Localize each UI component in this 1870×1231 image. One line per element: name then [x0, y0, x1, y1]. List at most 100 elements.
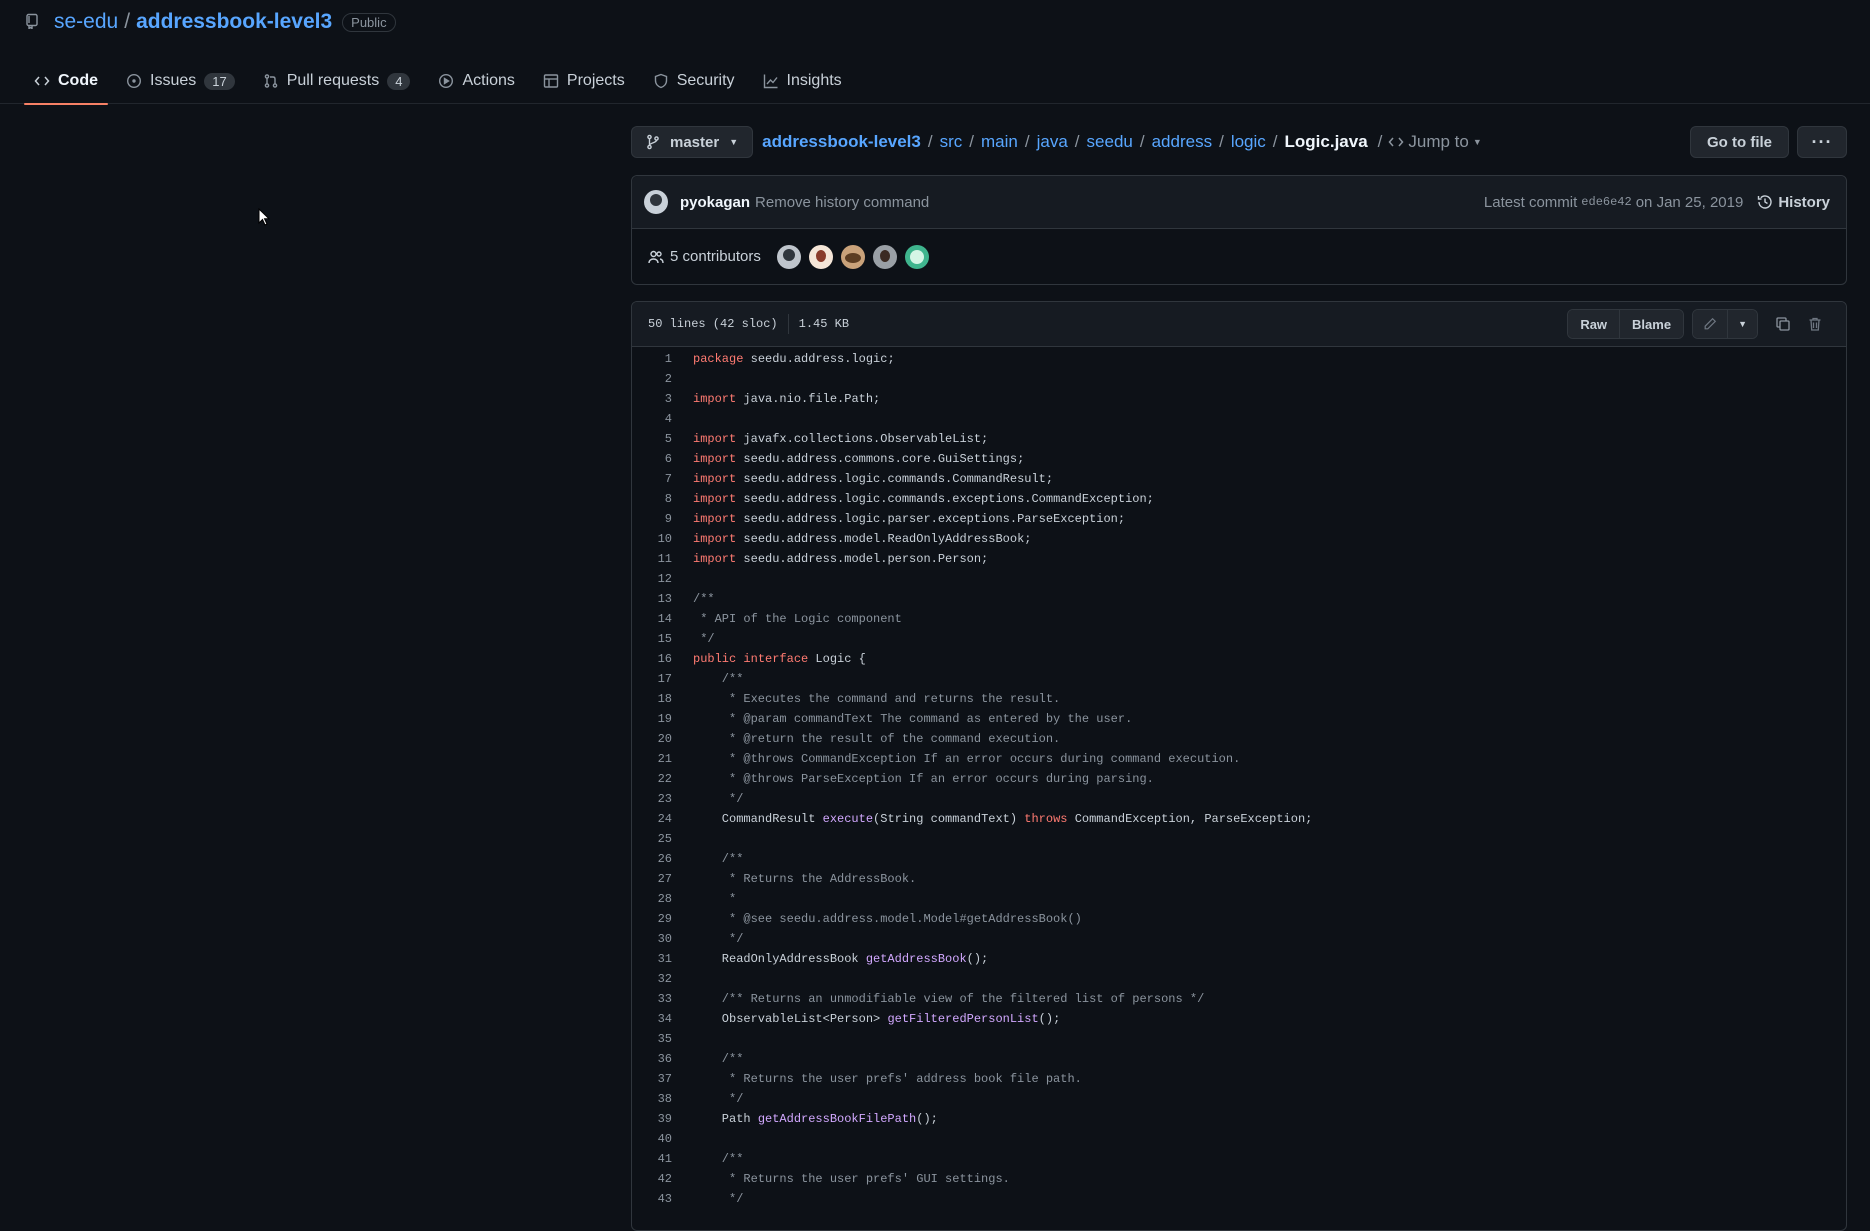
commit-author-link[interactable]: pyokagan	[680, 194, 750, 211]
branch-select-button[interactable]: master ▼	[631, 126, 754, 158]
line-number[interactable]: 35	[632, 1029, 672, 1049]
history-link[interactable]: History	[1757, 194, 1830, 211]
line-number[interactable]: 11	[632, 549, 672, 569]
contributors-link[interactable]: 5 contributors	[670, 248, 761, 265]
code-line: 30 */	[632, 929, 1846, 949]
line-number[interactable]: 14	[632, 609, 672, 629]
repo-owner-link[interactable]: se-edu	[54, 10, 118, 34]
line-number[interactable]: 37	[632, 1069, 672, 1089]
line-number[interactable]: 15	[632, 629, 672, 649]
contributor-avatar[interactable]	[808, 244, 833, 269]
line-number[interactable]: 8	[632, 489, 672, 509]
tab-code[interactable]: Code	[24, 58, 108, 105]
contributor-avatar[interactable]	[776, 244, 801, 269]
breadcrumb-main[interactable]: main	[981, 132, 1018, 152]
code-token: * @throws CommandException If an error o…	[693, 752, 1241, 766]
code-line: 39 Path getAddressBookFilePath();	[632, 1109, 1846, 1129]
code-line: 16 public interface Logic {	[632, 649, 1846, 669]
line-number[interactable]: 18	[632, 689, 672, 709]
line-number[interactable]: 32	[632, 969, 672, 989]
line-number[interactable]: 20	[632, 729, 672, 749]
raw-blame-group: Raw Blame	[1567, 309, 1685, 339]
contributor-avatar[interactable]	[840, 244, 865, 269]
code-token: /** Returns an unmodifiable view of the …	[693, 992, 1205, 1006]
more-options-button[interactable]: ···	[1797, 126, 1847, 158]
repo-name-link[interactable]: addressbook-level3	[136, 10, 332, 34]
tab-projects[interactable]: Projects	[533, 58, 635, 104]
line-number[interactable]: 43	[632, 1189, 672, 1209]
line-number[interactable]: 27	[632, 869, 672, 889]
contributor-avatar[interactable]	[904, 244, 929, 269]
jump-to-dropdown[interactable]: / Jump to ▼	[1378, 132, 1482, 152]
line-number[interactable]: 23	[632, 789, 672, 809]
line-number[interactable]: 41	[632, 1149, 672, 1169]
line-number[interactable]: 24	[632, 809, 672, 829]
tab-pull-requests[interactable]: Pull requests 4	[253, 58, 421, 104]
line-number[interactable]: 39	[632, 1109, 672, 1129]
line-number[interactable]: 6	[632, 449, 672, 469]
code-line: 32	[632, 969, 1846, 989]
line-number[interactable]: 22	[632, 769, 672, 789]
code-token: throws	[1024, 812, 1068, 826]
line-number[interactable]: 28	[632, 889, 672, 909]
line-number[interactable]: 2	[632, 369, 672, 389]
line-number[interactable]: 30	[632, 929, 672, 949]
line-number[interactable]: 40	[632, 1129, 672, 1149]
line-number[interactable]: 1	[632, 349, 672, 369]
author-avatar[interactable]	[644, 190, 668, 214]
breadcrumb-address[interactable]: address	[1152, 132, 1212, 152]
breadcrumb-repo-root[interactable]: addressbook-level3	[762, 132, 921, 152]
line-number[interactable]: 26	[632, 849, 672, 869]
copy-button[interactable]	[1768, 310, 1798, 338]
breadcrumb-java[interactable]: java	[1037, 132, 1068, 152]
tab-actions[interactable]: Actions	[428, 58, 524, 104]
commit-sha-link[interactable]: ede6e42	[1581, 195, 1631, 209]
raw-button[interactable]: Raw	[1568, 310, 1620, 338]
tab-insights[interactable]: Insights	[753, 58, 852, 104]
line-number[interactable]: 34	[632, 1009, 672, 1029]
line-number[interactable]: 3	[632, 389, 672, 409]
blame-button[interactable]: Blame	[1619, 310, 1684, 338]
line-number[interactable]: 29	[632, 909, 672, 929]
latest-commit-label: Latest commit	[1483, 193, 1578, 211]
line-number[interactable]: 19	[632, 709, 672, 729]
breadcrumb-logic[interactable]: logic	[1231, 132, 1266, 152]
line-number[interactable]: 38	[632, 1089, 672, 1109]
line-number[interactable]: 42	[632, 1169, 672, 1189]
breadcrumb-separator: /	[927, 132, 933, 151]
contributor-avatar[interactable]	[872, 244, 897, 269]
line-content: * @return the result of the command exec…	[672, 729, 1060, 749]
line-content: import seedu.address.commons.core.GuiSet…	[672, 449, 1024, 469]
code-token: /**	[693, 672, 744, 686]
line-number[interactable]: 13	[632, 589, 672, 609]
line-number[interactable]: 5	[632, 429, 672, 449]
pull-requests-count-badge: 4	[387, 72, 411, 90]
line-number[interactable]: 7	[632, 469, 672, 489]
edit-dropdown-button[interactable]: ▼	[1727, 310, 1757, 338]
code-line: 28 *	[632, 889, 1846, 909]
code-line: 38 */	[632, 1089, 1846, 1109]
line-number[interactable]: 36	[632, 1049, 672, 1069]
line-number[interactable]: 25	[632, 829, 672, 849]
line-number[interactable]: 16	[632, 649, 672, 669]
breadcrumb-src[interactable]: src	[940, 132, 963, 152]
line-number[interactable]: 12	[632, 569, 672, 589]
line-number[interactable]: 4	[632, 409, 672, 429]
line-number[interactable]: 21	[632, 749, 672, 769]
line-number[interactable]: 9	[632, 509, 672, 529]
code-line: 43 */	[632, 1189, 1846, 1209]
edit-button[interactable]	[1693, 310, 1728, 338]
breadcrumb-seedu[interactable]: seedu	[1087, 132, 1133, 152]
go-to-file-button[interactable]: Go to file	[1690, 126, 1789, 158]
line-number[interactable]: 33	[632, 989, 672, 1009]
line-number[interactable]: 31	[632, 949, 672, 969]
line-number[interactable]: 17	[632, 669, 672, 689]
breadcrumb-separator: /	[1377, 132, 1383, 151]
line-content	[672, 829, 693, 849]
edit-group: ▼	[1692, 309, 1758, 339]
line-number[interactable]: 10	[632, 529, 672, 549]
tab-issues[interactable]: Issues 17	[116, 58, 245, 104]
tab-security[interactable]: Security	[643, 58, 745, 104]
delete-button[interactable]	[1800, 310, 1830, 338]
commit-message-link[interactable]: Remove history command	[755, 194, 929, 211]
